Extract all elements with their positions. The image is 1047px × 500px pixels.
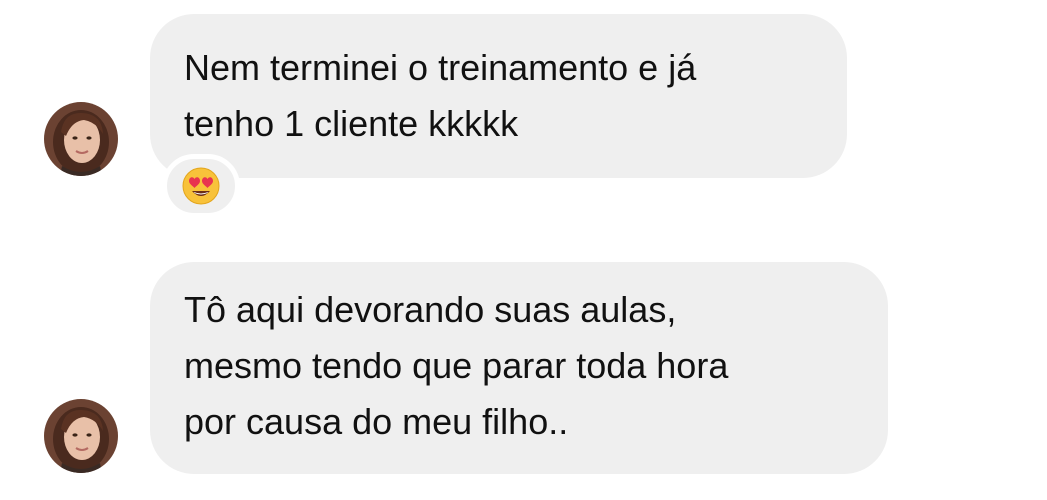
message-text-line: tenho 1 cliente kkkkk — [184, 103, 519, 144]
message-text-line: Tô aqui devorando suas aulas, — [184, 289, 677, 330]
message-bubble[interactable]: Tô aqui devorando suas aulas, mesmo tend… — [150, 262, 888, 474]
heart-eyes-emoji-icon — [182, 167, 220, 205]
reaction-badge[interactable] — [162, 154, 240, 218]
message-text-line: por causa do meu filho.. — [184, 401, 569, 442]
avatar[interactable] — [44, 102, 118, 176]
message-text-line: Nem terminei o treinamento e já — [184, 47, 697, 88]
avatar[interactable] — [44, 399, 118, 473]
message-text-line: mesmo tendo que parar toda hora — [184, 345, 729, 386]
message-bubble[interactable]: Nem terminei o treinamento e já tenho 1 … — [150, 14, 847, 178]
